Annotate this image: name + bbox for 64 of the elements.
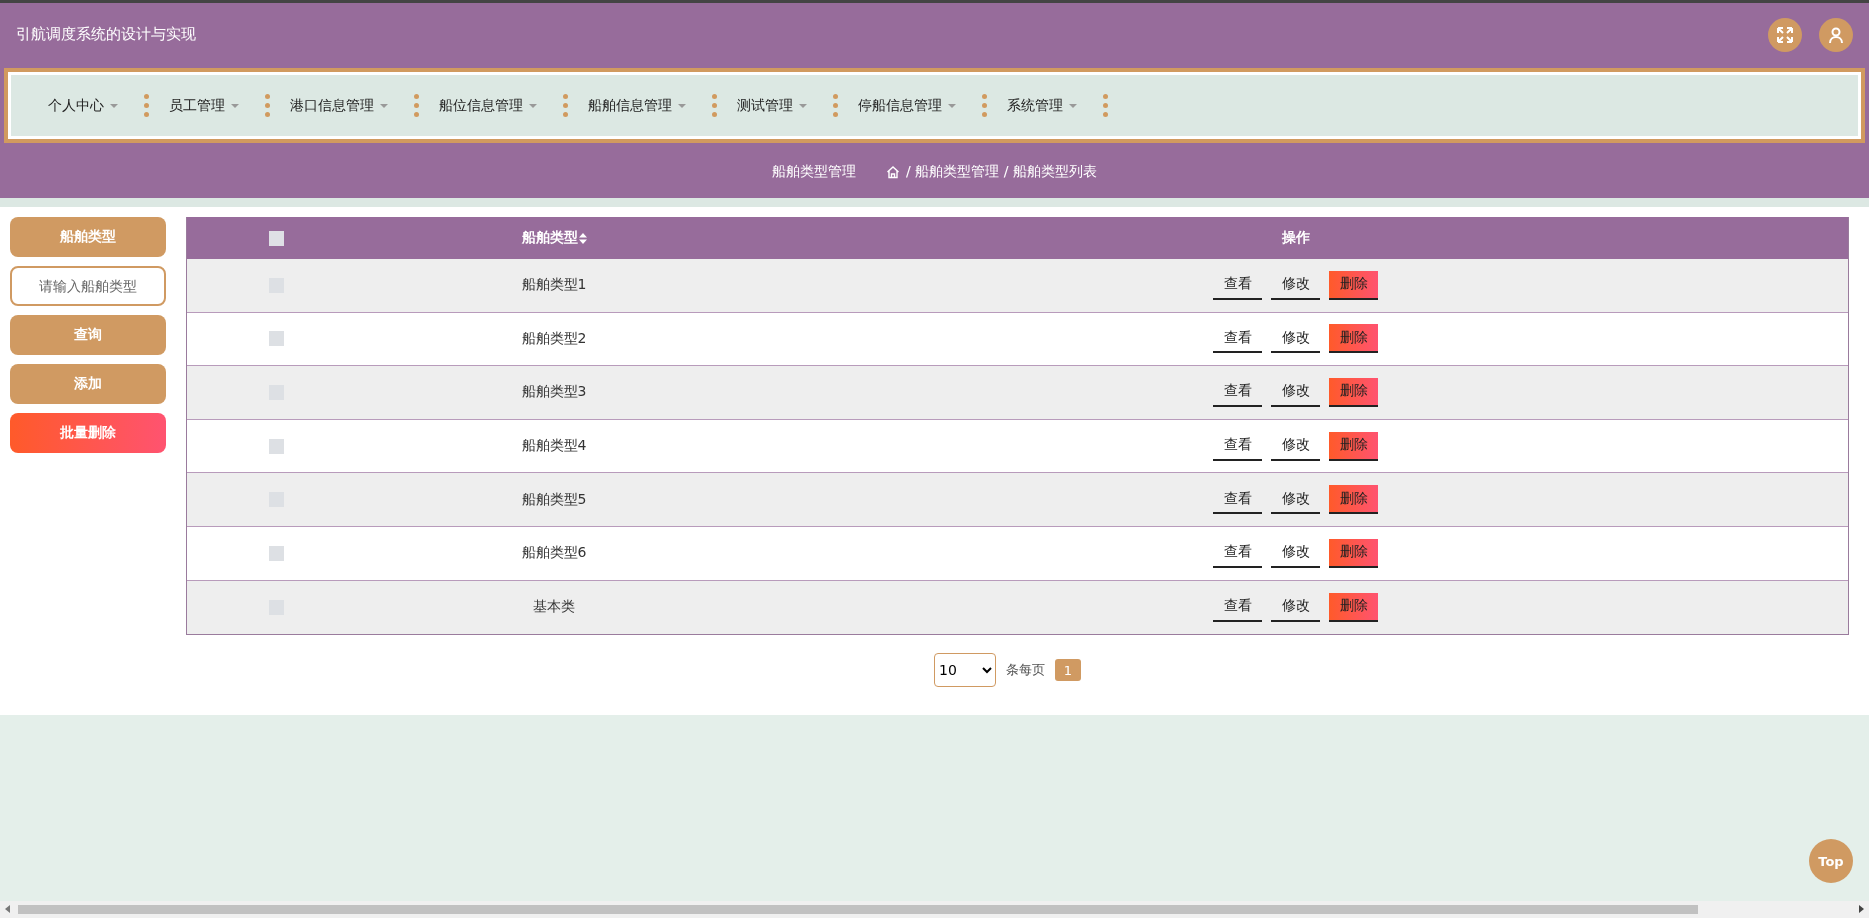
- caret-icon: [529, 103, 537, 108]
- user-button[interactable]: [1819, 17, 1853, 52]
- row-checkbox[interactable]: [268, 545, 284, 561]
- row-action-button[interactable]: 查看: [1213, 485, 1262, 515]
- nav-menu-item[interactable]: 测试管理: [717, 90, 833, 121]
- delete-button[interactable]: 删除: [1329, 538, 1378, 568]
- table-cell: 船舶类型5: [521, 490, 587, 509]
- nav-menu-item[interactable]: 系统管理: [987, 90, 1103, 121]
- person-icon: [1827, 25, 1845, 44]
- nav-menu-item[interactable]: 个人中心: [28, 90, 144, 121]
- caret-icon: [678, 103, 686, 108]
- table-cell: 基本类: [533, 598, 575, 617]
- delete-button[interactable]: 删除: [1329, 592, 1378, 622]
- page-size-label: 条每页: [1006, 661, 1045, 680]
- nav-menu-item[interactable]: 港口信息管理: [270, 90, 414, 121]
- table-cell: 船舶类型6: [521, 544, 587, 563]
- table-cell: 船舶类型4: [521, 437, 587, 456]
- row-action-button[interactable]: 修改: [1271, 378, 1320, 407]
- row-action-button[interactable]: 修改: [1271, 324, 1320, 354]
- caret-icon: [231, 103, 239, 108]
- nav-menu-item[interactable]: 船舶信息管理: [568, 90, 712, 121]
- row-action-button[interactable]: 查看: [1213, 270, 1262, 300]
- row-action-button[interactable]: 修改: [1271, 270, 1320, 300]
- caret-icon: [380, 103, 388, 108]
- delete-button[interactable]: 删除: [1329, 378, 1378, 407]
- caret-icon: [799, 103, 807, 108]
- row-action-button[interactable]: 修改: [1271, 485, 1320, 515]
- delete-button[interactable]: 删除: [1329, 324, 1378, 354]
- row-action-button[interactable]: 查看: [1213, 592, 1262, 622]
- nav-menu-item[interactable]: 船位信息管理: [419, 90, 563, 121]
- fullscreen-button[interactable]: [1768, 17, 1802, 52]
- table-cell: 船舶类型2: [521, 329, 587, 348]
- expand-arrows-icon: [1776, 25, 1794, 44]
- breadcrumb-trail: / 船舶类型管理 / 船舶类型列表: [906, 162, 1097, 181]
- nav-menu-item[interactable]: 停船信息管理: [838, 90, 982, 121]
- column-header: 操作: [1281, 229, 1310, 247]
- delete-button[interactable]: 删除: [1329, 270, 1378, 300]
- row-checkbox[interactable]: [268, 438, 284, 454]
- caret-icon: [1069, 103, 1077, 108]
- column-header[interactable]: 船舶类型: [521, 229, 578, 247]
- row-action-button[interactable]: 查看: [1213, 538, 1262, 568]
- table-cell: 船舶类型1: [521, 276, 587, 295]
- app-title: 引航调度系统的设计与实现: [16, 25, 197, 44]
- row-action-button[interactable]: 修改: [1271, 431, 1320, 461]
- row-action-button[interactable]: 查看: [1213, 378, 1262, 407]
- select-all-checkbox[interactable]: [268, 230, 284, 246]
- search-field[interactable]: 请输入船舶类型: [10, 266, 166, 306]
- nav-menu-item[interactable]: 员工管理: [149, 90, 265, 121]
- row-action-button[interactable]: 查看: [1213, 431, 1262, 461]
- delete-button[interactable]: 删除: [1329, 485, 1378, 515]
- horizontal-scrollbar[interactable]: [0, 901, 1869, 918]
- row-action-button[interactable]: 查看: [1213, 324, 1262, 354]
- search-label: 船舶类型: [10, 217, 166, 257]
- caret-icon: [948, 103, 956, 108]
- table-cell: 船舶类型3: [521, 383, 587, 402]
- page-size-select[interactable]: 10: [934, 653, 996, 688]
- caret-icon: [110, 103, 118, 108]
- row-action-button[interactable]: 修改: [1271, 592, 1320, 622]
- row-checkbox[interactable]: [268, 331, 284, 347]
- row-action-button[interactable]: 修改: [1271, 538, 1320, 568]
- home-icon: [886, 164, 901, 179]
- sort-icon[interactable]: [578, 232, 587, 244]
- page-title: 船舶类型管理: [772, 162, 857, 181]
- delete-button[interactable]: 删除: [1329, 431, 1378, 461]
